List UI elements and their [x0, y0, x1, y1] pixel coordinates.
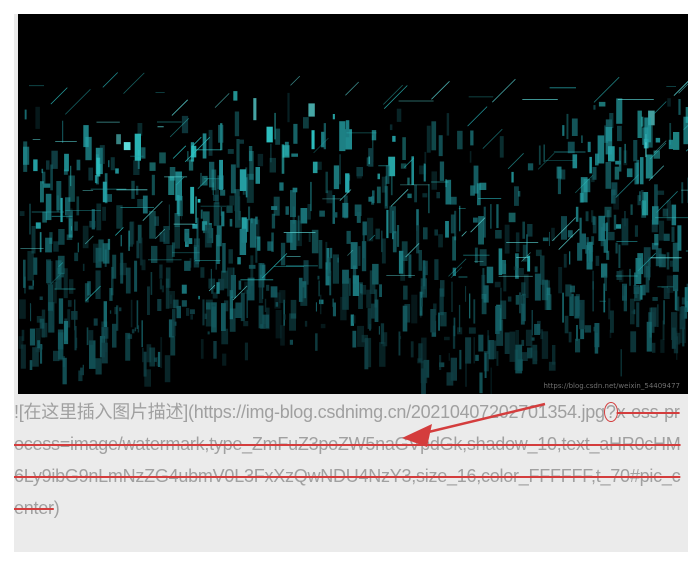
- md-image-url: https://img-blog.csdnimg.cn/202104072027…: [193, 402, 605, 422]
- circuit-art: [18, 72, 688, 394]
- query-mark-highlight: ?: [603, 402, 618, 422]
- md-mid: ](: [183, 402, 194, 422]
- circuit-pattern: [18, 72, 688, 394]
- md-alt-text: 在这里插入图片描述: [23, 402, 184, 422]
- markdown-source-text[interactable]: ![在这里插入图片描述](https://img-blog.csdnimg.cn…: [14, 396, 688, 524]
- md-suffix: ): [53, 498, 60, 518]
- md-prefix: ![: [14, 402, 24, 422]
- image-watermark: https://blog.csdn.net/weixin_54409477: [543, 382, 680, 390]
- article-image: https://blog.csdn.net/weixin_54409477: [18, 14, 688, 394]
